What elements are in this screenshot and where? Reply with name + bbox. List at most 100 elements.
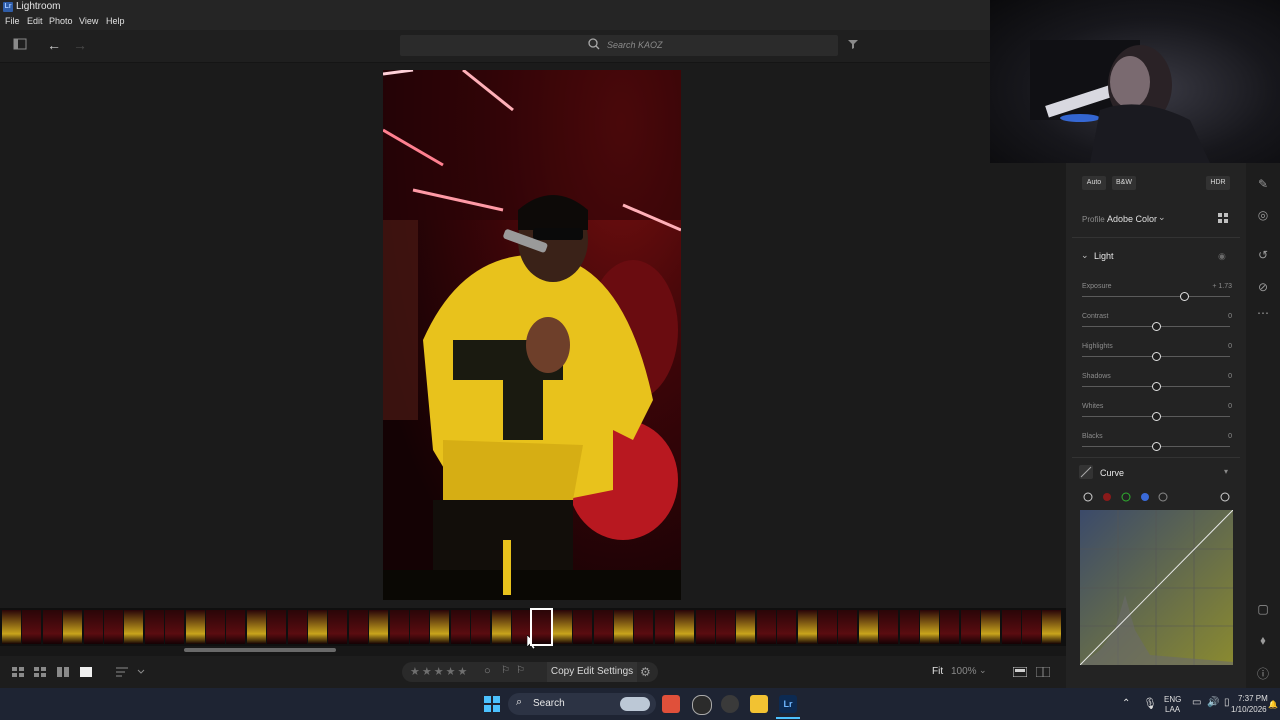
menu-view[interactable]: View — [79, 16, 98, 26]
menu-help[interactable]: Help — [106, 16, 125, 26]
profile-chevron-icon[interactable]: ⌄ — [1158, 212, 1166, 223]
windows-start-icon[interactable] — [484, 696, 500, 715]
menu-edit[interactable]: Edit — [27, 16, 43, 26]
slider-value-exposure[interactable]: + 1.73 — [1212, 283, 1232, 290]
filmstrip-thumbnail[interactable] — [287, 610, 307, 644]
zoom-level[interactable]: 100% — [951, 666, 977, 677]
filmstrip-thumbnail[interactable] — [797, 610, 817, 644]
filmstrip-thumbnail[interactable] — [899, 610, 919, 644]
panel-toggle-icon[interactable] — [13, 38, 27, 53]
clock-time[interactable]: 7:37 PM — [1238, 694, 1268, 703]
curve-section-title[interactable]: Curve — [1100, 468, 1124, 478]
light-collapse-chevron-icon[interactable]: ⌄ — [1081, 250, 1089, 261]
compare-icon[interactable] — [1012, 666, 1028, 678]
filmstrip-thumbnail[interactable] — [144, 610, 164, 644]
more-options-icon[interactable]: ⋯ — [1246, 306, 1280, 320]
language-indicator[interactable]: ENG — [1164, 695, 1181, 704]
slider-value-shadows[interactable]: 0 — [1228, 373, 1232, 380]
battery-icon[interactable]: ▯ — [1224, 697, 1230, 708]
filmstrip-thumbnail[interactable] — [736, 610, 756, 644]
display-icon[interactable]: ▭ — [1192, 697, 1201, 708]
filmstrip-thumbnail[interactable] — [491, 610, 511, 644]
filmstrip-thumbnail[interactable] — [83, 610, 103, 644]
brave-browser-icon[interactable] — [662, 695, 680, 713]
chevron-down-icon[interactable]: ⌄ — [979, 665, 987, 676]
filmstrip-thumbnail[interactable] — [695, 610, 715, 644]
main-photo[interactable] — [383, 70, 681, 600]
filmstrip-thumbnail[interactable] — [777, 610, 797, 644]
eye-icon[interactable]: ◉ — [1218, 251, 1226, 262]
profile-dropdown[interactable]: Adobe Color — [1107, 214, 1157, 224]
clock-date[interactable]: 1/10/2026 — [1231, 705, 1267, 714]
filmstrip-thumbnail[interactable] — [185, 610, 205, 644]
slider-handle-contrast[interactable] — [1152, 322, 1161, 331]
auto-button[interactable]: Auto — [1082, 176, 1106, 190]
filmstrip-thumbnail[interactable] — [756, 610, 776, 644]
obs-icon[interactable] — [721, 695, 739, 713]
history-icon[interactable]: ↺ — [1246, 248, 1280, 262]
filmstrip-thumbnail[interactable] — [124, 610, 144, 644]
menu-photo[interactable]: Photo — [49, 16, 73, 26]
fit-button[interactable]: Fit — [932, 666, 943, 677]
filmstrip-thumbnail[interactable] — [552, 610, 572, 644]
tag-icon[interactable]: ⬧ — [1246, 633, 1280, 648]
heal-icon[interactable]: ◎ — [1246, 208, 1280, 222]
filmstrip-thumbnail-selected[interactable] — [530, 608, 554, 646]
slider-value-blacks[interactable]: 0 — [1228, 433, 1232, 440]
filmstrip-thumbnail[interactable] — [960, 610, 980, 644]
filmstrip-thumbnail[interactable] — [1022, 610, 1041, 644]
filmstrip-thumbnail[interactable] — [838, 610, 858, 644]
filmstrip-thumbnail[interactable] — [410, 610, 429, 644]
microphone-icon[interactable]: 🎙 — [1143, 697, 1157, 710]
slider-handle-whites[interactable] — [1152, 412, 1161, 421]
star-rating[interactable]: ★★★★★ — [410, 665, 469, 678]
detail-view-icon[interactable] — [57, 667, 69, 677]
search-field[interactable]: Search KAOZ — [400, 35, 838, 56]
gear-icon[interactable]: ⚙ — [640, 665, 651, 679]
volume-icon[interactable]: 🔊 — [1207, 697, 1219, 708]
filmstrip-thumbnail[interactable] — [614, 610, 633, 644]
filmstrip-thumbnail[interactable] — [818, 610, 837, 644]
filmstrip-thumbnail[interactable] — [1001, 610, 1021, 644]
curve-collapse-icon[interactable]: ▾ — [1224, 467, 1228, 476]
language-sub-indicator[interactable]: LAA — [1165, 705, 1180, 714]
slider-handle-blacks[interactable] — [1152, 442, 1161, 451]
slider-handle-exposure[interactable] — [1180, 292, 1190, 301]
copy-edit-settings-button[interactable]: Copy Edit Settings — [547, 662, 637, 682]
filmstrip-thumbnail[interactable] — [369, 610, 389, 644]
versions-icon[interactable]: ⊘ — [1246, 280, 1280, 294]
notification-bell-icon[interactable]: 🔔 — [1268, 700, 1278, 709]
filmstrip-thumbnail[interactable] — [42, 610, 62, 644]
menu-file[interactable]: File — [5, 16, 20, 26]
filmstrip-thumbnail[interactable] — [63, 610, 83, 644]
filmstrip-thumbnail[interactable] — [920, 610, 939, 644]
slider-track-exposure[interactable] — [1082, 296, 1230, 297]
lightroom-taskbar-icon[interactable]: Lr — [779, 695, 797, 713]
filmstrip-thumbnail[interactable] — [430, 610, 450, 644]
filmstrip-thumbnail[interactable] — [858, 610, 878, 644]
slider-handle-shadows[interactable] — [1152, 382, 1161, 391]
single-view-icon[interactable] — [80, 667, 92, 677]
filmstrip-thumbnail[interactable] — [165, 610, 185, 644]
filmstrip-thumbnail[interactable] — [104, 610, 123, 644]
profile-browser-icon[interactable] — [1218, 213, 1229, 227]
filmstrip-thumbnail[interactable] — [634, 610, 654, 644]
reject-circle-icon[interactable]: ○ — [484, 665, 491, 677]
filmstrip-thumbnail[interactable] — [716, 610, 735, 644]
filmstrip-thumbnail[interactable] — [593, 610, 613, 644]
filmstrip-thumbnail[interactable] — [22, 610, 42, 644]
filmstrip-thumbnail[interactable] — [246, 610, 266, 644]
file-explorer-icon[interactable] — [750, 695, 768, 713]
filmstrip-thumbnail[interactable] — [879, 610, 899, 644]
filmstrip-thumbnail[interactable] — [226, 610, 246, 644]
filmstrip-thumbnail[interactable] — [573, 610, 593, 644]
sort-icon[interactable] — [116, 667, 146, 677]
tray-chevron-icon[interactable]: ⌃ — [1122, 698, 1130, 709]
bw-button[interactable]: B&W — [1112, 176, 1136, 190]
filmstrip-thumbnail[interactable] — [389, 610, 409, 644]
filmstrip-thumbnail[interactable] — [2, 610, 21, 644]
filmstrip-thumbnail[interactable] — [981, 610, 1001, 644]
filmstrip-thumbnail[interactable] — [654, 610, 674, 644]
taskbar-search[interactable]: ⌕ Search — [508, 693, 656, 715]
light-section-title[interactable]: Light — [1094, 251, 1114, 261]
